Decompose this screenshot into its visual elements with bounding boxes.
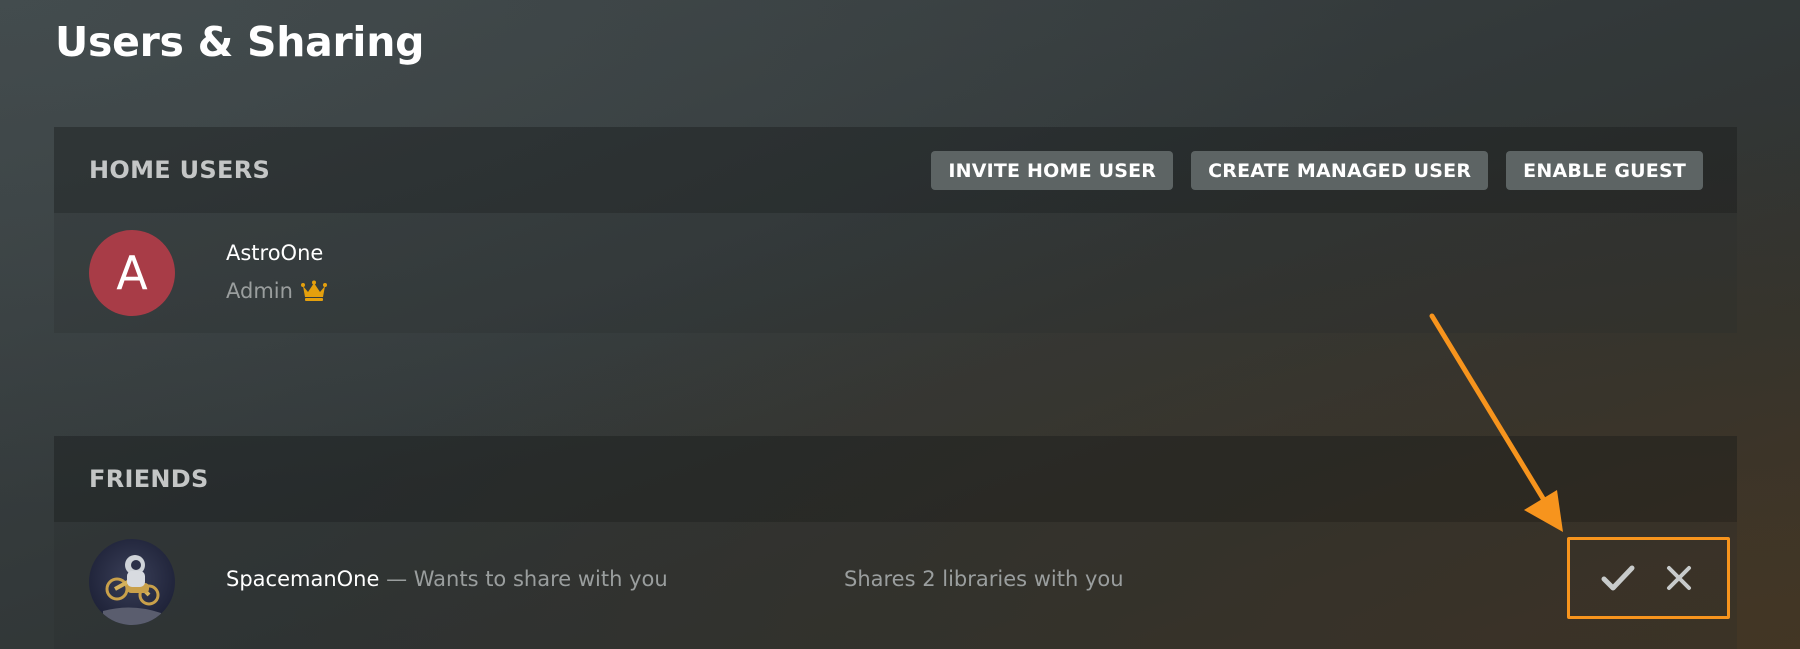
friends-header: FRIENDS: [54, 436, 1737, 522]
friend-name: SpacemanOne: [226, 567, 380, 591]
crown-icon: [300, 280, 327, 301]
decline-button[interactable]: [1657, 556, 1701, 600]
friend-request-actions: [1567, 537, 1730, 619]
friend-status: Wants to share with you: [413, 567, 668, 591]
checkmark-icon: [1601, 565, 1635, 591]
friend-info: SpacemanOne — Wants to share with you: [226, 567, 668, 591]
invite-home-user-button[interactable]: INVITE HOME USER: [931, 151, 1174, 190]
friend-avatar: [89, 539, 175, 625]
home-users-title: HOME USERS: [89, 156, 271, 184]
home-users-actions: INVITE HOME USER CREATE MANAGED USER ENA…: [931, 151, 1703, 190]
home-user-name: AstroOne: [226, 241, 324, 265]
avatar: A: [89, 230, 175, 316]
accept-button[interactable]: [1596, 556, 1640, 600]
page-title: Users & Sharing: [55, 18, 425, 66]
friend-row[interactable]: SpacemanOne — Wants to share with you Sh…: [54, 522, 1737, 649]
home-user-role: Admin: [226, 279, 327, 303]
astronaut-avatar-image: [103, 555, 161, 625]
role-label: Admin: [226, 279, 293, 303]
create-managed-user-button[interactable]: CREATE MANAGED USER: [1191, 151, 1489, 190]
enable-guest-button[interactable]: ENABLE GUEST: [1506, 151, 1703, 190]
friends-title: FRIENDS: [89, 465, 209, 493]
friend-libraries: Shares 2 libraries with you: [844, 567, 1124, 591]
home-users-header: HOME USERS INVITE HOME USER CREATE MANAG…: [54, 127, 1737, 213]
close-icon: [1666, 566, 1691, 590]
home-user-row[interactable]: A AstroOne Admin: [54, 213, 1737, 333]
friend-separator: —: [379, 567, 414, 591]
